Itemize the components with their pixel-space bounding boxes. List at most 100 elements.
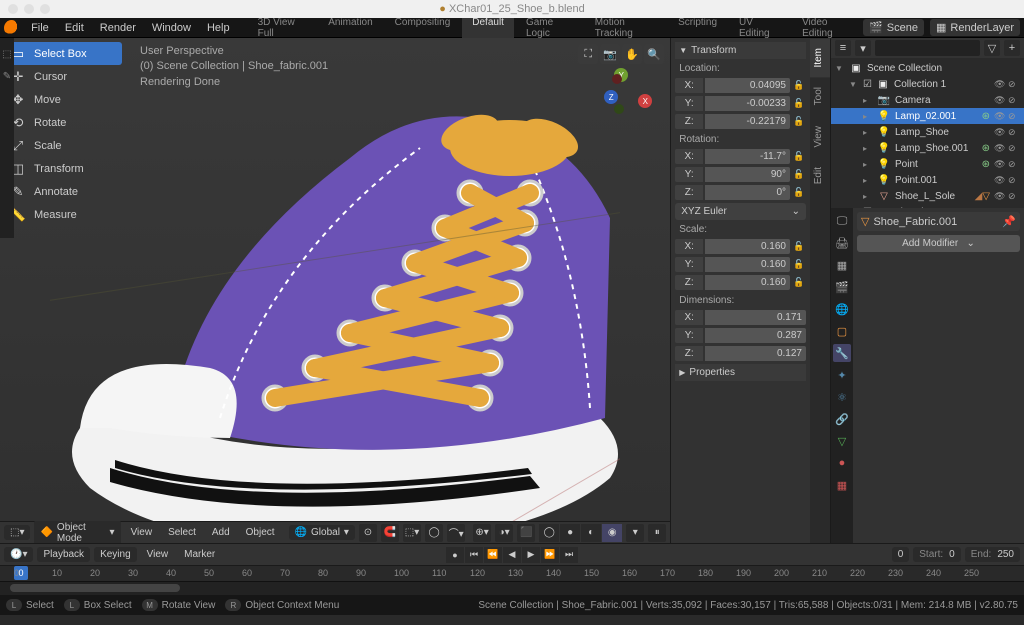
datablock-name-field[interactable]: ▽ Shoe_Fabric.001 📌	[857, 212, 1020, 231]
outliner-item[interactable]: ▸📷Camera👁⊘	[831, 92, 1024, 108]
workspace-tab[interactable]: UV Editing	[729, 15, 790, 41]
lock-icon[interactable]: 🔓	[792, 78, 806, 93]
timeline-keying-menu[interactable]: Keying	[94, 547, 137, 562]
workspace-tab[interactable]: Scripting	[668, 15, 727, 41]
tool-rotate[interactable]: ⟲Rotate	[4, 111, 122, 134]
properties-panel-header[interactable]: ▶Properties	[675, 364, 806, 381]
autokey-icon[interactable]: ●	[446, 547, 464, 563]
lock-icon[interactable]: 🔓	[792, 239, 806, 254]
menu-help[interactable]: Help	[199, 20, 238, 36]
scale-z-field[interactable]: 0.160	[705, 275, 790, 290]
axis-neg-icon[interactable]	[612, 74, 622, 84]
timeline-scrollbar[interactable]	[0, 581, 1024, 595]
outliner-root[interactable]: ▼▣Scene Collection	[831, 60, 1024, 76]
jump-start-icon[interactable]: ⏮	[465, 547, 483, 563]
location-z-field[interactable]: -0.22179	[705, 114, 790, 129]
vp-zoom-icon[interactable]: 🔍	[644, 44, 664, 64]
shading-wire-icon[interactable]: ◯	[539, 524, 559, 542]
tool-annotate[interactable]: ✎Annotate	[4, 180, 122, 203]
dim-y-field[interactable]: 0.287	[705, 328, 806, 343]
menu-edit[interactable]: Edit	[57, 20, 92, 36]
prop-tab-physics-icon[interactable]: ⚛	[833, 388, 851, 406]
maximize-icon[interactable]: ⏸	[648, 524, 666, 542]
lock-icon[interactable]: 🔓	[792, 114, 806, 129]
transform-panel-header[interactable]: ▼Transform	[675, 42, 806, 59]
prop-tab-viewlayer-icon[interactable]: ▦	[833, 256, 851, 274]
scrollbar-thumb[interactable]	[10, 584, 180, 592]
tool-scale[interactable]: ⤢Scale	[4, 134, 122, 157]
end-frame-field[interactable]: End:250	[965, 547, 1020, 562]
filter-icon[interactable]: ▽	[984, 40, 1000, 56]
prop-tab-constraint-icon[interactable]: 🔗	[833, 410, 851, 428]
npanel-tab-edit[interactable]: Edit	[810, 157, 830, 194]
lock-icon[interactable]: 🔓	[792, 167, 806, 182]
workspace-tab[interactable]: Animation	[318, 15, 382, 41]
pivot-icon[interactable]: ⊙	[359, 524, 377, 542]
jump-next-key-icon[interactable]: ⏩	[541, 547, 559, 563]
snap-icon[interactable]: 🧲	[381, 524, 399, 542]
lock-icon[interactable]: 🔓	[792, 185, 806, 200]
proportional-type-icon[interactable]: ⌒▾	[447, 524, 465, 542]
outliner-item[interactable]: ▸💡Point.001👁⊘	[831, 172, 1024, 188]
axis-neg-icon[interactable]	[614, 104, 624, 114]
outliner-item[interactable]: ▸💡Point⊛👁⊘	[831, 156, 1024, 172]
prop-tab-render-icon[interactable]: 🖵	[833, 212, 851, 230]
axis-z-icon[interactable]: Z	[604, 90, 618, 104]
outliner-item[interactable]: ▸💡Lamp_Shoe👁⊘	[831, 124, 1024, 140]
location-x-field[interactable]: 0.04095	[705, 78, 790, 93]
workspace-tab[interactable]: Motion Tracking	[585, 15, 666, 41]
add-modifier-dropdown[interactable]: Add Modifier ⌄	[857, 235, 1020, 252]
workspace-tab[interactable]: 3D View Full	[248, 15, 317, 41]
axis-x-icon[interactable]: X	[638, 94, 652, 108]
npanel-tab-view[interactable]: View	[810, 116, 830, 158]
outliner-display-icon[interactable]: ▾	[855, 40, 871, 56]
tool-transform[interactable]: ◫Transform	[4, 157, 122, 180]
timeline-playback-menu[interactable]: Playback	[37, 547, 90, 562]
prop-tab-object-icon[interactable]: ▢	[833, 322, 851, 340]
workspace-tab-active[interactable]: Default	[462, 15, 514, 41]
shading-solid-icon[interactable]: ●	[560, 524, 580, 542]
workspace-tab[interactable]: Compositing	[385, 15, 461, 41]
start-frame-field[interactable]: Start:0	[913, 547, 960, 562]
rotation-y-field[interactable]: 90°	[705, 167, 790, 182]
workspace-tab[interactable]: Game Logic	[516, 15, 583, 41]
vp-select-icon[interactable]: ⛶	[578, 44, 598, 64]
prop-tab-world-icon[interactable]: 🌐	[833, 300, 851, 318]
lock-icon[interactable]: 🔓	[792, 149, 806, 164]
prop-tab-scene-icon[interactable]: 🎬	[833, 278, 851, 296]
vp-hand-icon[interactable]: ✋	[622, 44, 642, 64]
tool-move[interactable]: ✥Move	[4, 88, 122, 111]
navigation-gizmo[interactable]: X Y Z	[608, 70, 650, 112]
eye-icon[interactable]: 👁	[994, 79, 1006, 90]
vp-menu-object[interactable]: Object	[240, 525, 281, 540]
npanel-tab-item[interactable]: Item	[810, 38, 830, 77]
overlays-icon[interactable]: ◑▾	[495, 524, 513, 542]
3d-viewport[interactable]: ▭Select Box ✛Cursor ✥Move ⟲Rotate ⤢Scale…	[0, 38, 670, 521]
pin-icon[interactable]: 📌	[1002, 215, 1016, 228]
vp-camera-icon[interactable]: 📷	[600, 44, 620, 64]
gizmo-visibility-icon[interactable]: ⊕▾	[473, 524, 491, 542]
timeline-ruler[interactable]: 0 01020304050607080901001101201301401501…	[0, 565, 1024, 581]
timeline-marker-menu[interactable]: Marker	[178, 547, 221, 562]
vp-menu-add[interactable]: Add	[206, 525, 236, 540]
tool-measure[interactable]: 📏Measure	[4, 203, 122, 226]
prop-tab-texture-icon[interactable]: ▦	[833, 476, 851, 494]
menu-file[interactable]: File	[23, 20, 57, 36]
tool-select-box[interactable]: ▭Select Box	[4, 42, 122, 65]
outliner-item[interactable]: ▸▽Shoe_L_Sole◢▽👁⊘	[831, 188, 1024, 204]
lock-icon[interactable]: 🔓	[792, 257, 806, 272]
shading-rendered-icon[interactable]: ◉	[602, 524, 622, 542]
location-y-field[interactable]: -0.00233	[705, 96, 790, 111]
scale-x-field[interactable]: 0.160	[705, 239, 790, 254]
vp-menu-select[interactable]: Select	[162, 525, 202, 540]
dim-x-field[interactable]: 0.171	[705, 310, 806, 325]
shading-options-icon[interactable]: ▾	[626, 524, 644, 542]
render-layer-selector[interactable]: ▦RenderLayer	[930, 19, 1020, 36]
new-collection-icon[interactable]: +	[1004, 40, 1020, 56]
rotation-z-field[interactable]: 0°	[705, 185, 790, 200]
prop-tab-material-icon[interactable]: ●	[833, 454, 851, 472]
scale-y-field[interactable]: 0.160	[705, 257, 790, 272]
prop-tab-output-icon[interactable]: 🖨	[833, 234, 851, 252]
scene-selector[interactable]: 🎬Scene	[863, 19, 924, 36]
outliner-item-selected[interactable]: ▸💡Lamp_02.001⊛👁⊘	[831, 108, 1024, 124]
